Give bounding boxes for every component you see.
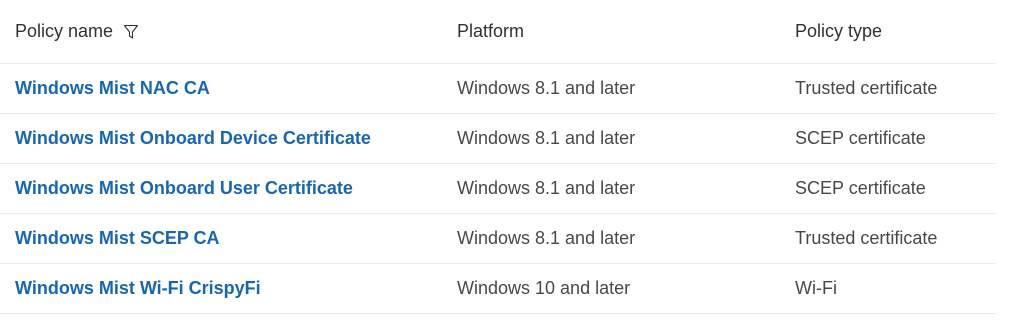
table-header: Policy name Platform Policy type [0, 0, 996, 64]
policy-name-link[interactable]: Windows Mist NAC CA [15, 78, 210, 99]
platform-cell: Windows 8.1 and later [457, 78, 636, 98]
table-row[interactable]: Windows Mist Wi-Fi CrispyFi Windows 10 a… [0, 264, 996, 314]
policy-type-cell: Trusted certificate [795, 78, 938, 98]
platform-cell: Windows 8.1 and later [457, 228, 636, 248]
table-row[interactable]: Windows Mist SCEP CA Windows 8.1 and lat… [0, 214, 996, 264]
policy-name-cell: Windows Mist Onboard Device Certificate [15, 114, 371, 163]
platform-cell: Windows 8.1 and later [457, 178, 636, 198]
policy-name-link[interactable]: Windows Mist Onboard User Certificate [15, 178, 353, 199]
platform-cell: Windows 8.1 and later [457, 128, 636, 148]
column-header-platform[interactable]: Platform [457, 0, 524, 63]
policy-name-cell: Windows Mist NAC CA [15, 64, 210, 113]
column-header-label: Policy type [795, 21, 883, 41]
column-header-policy-name[interactable]: Policy name [15, 0, 139, 63]
column-header-policy-type[interactable]: Policy type [795, 0, 882, 63]
policy-type-cell: SCEP certificate [795, 128, 926, 148]
policy-name-link[interactable]: Windows Mist SCEP CA [15, 228, 220, 249]
column-header-label: Policy name [15, 21, 114, 41]
table-row[interactable]: Windows Mist Onboard Device Certificate … [0, 114, 996, 164]
policy-name-link[interactable]: Windows Mist Onboard Device Certificate [15, 128, 371, 149]
table-row[interactable]: Windows Mist NAC CA Windows 8.1 and late… [0, 64, 996, 114]
policy-type-cell: SCEP certificate [795, 178, 926, 198]
policy-name-cell: Windows Mist Wi-Fi CrispyFi [15, 264, 261, 313]
policy-type-cell: Wi-Fi [795, 278, 837, 298]
policy-name-cell: Windows Mist Onboard User Certificate [15, 164, 353, 213]
policy-type-cell: Trusted certificate [795, 228, 938, 248]
policies-table: Policy name Platform Policy type Windows… [0, 0, 996, 314]
table-row[interactable]: Windows Mist Onboard User Certificate Wi… [0, 164, 996, 214]
platform-cell: Windows 10 and later [457, 278, 631, 298]
column-header-label: Platform [457, 21, 525, 41]
filter-icon[interactable] [123, 24, 139, 40]
policy-name-cell: Windows Mist SCEP CA [15, 214, 220, 263]
policy-name-link[interactable]: Windows Mist Wi-Fi CrispyFi [15, 278, 261, 299]
